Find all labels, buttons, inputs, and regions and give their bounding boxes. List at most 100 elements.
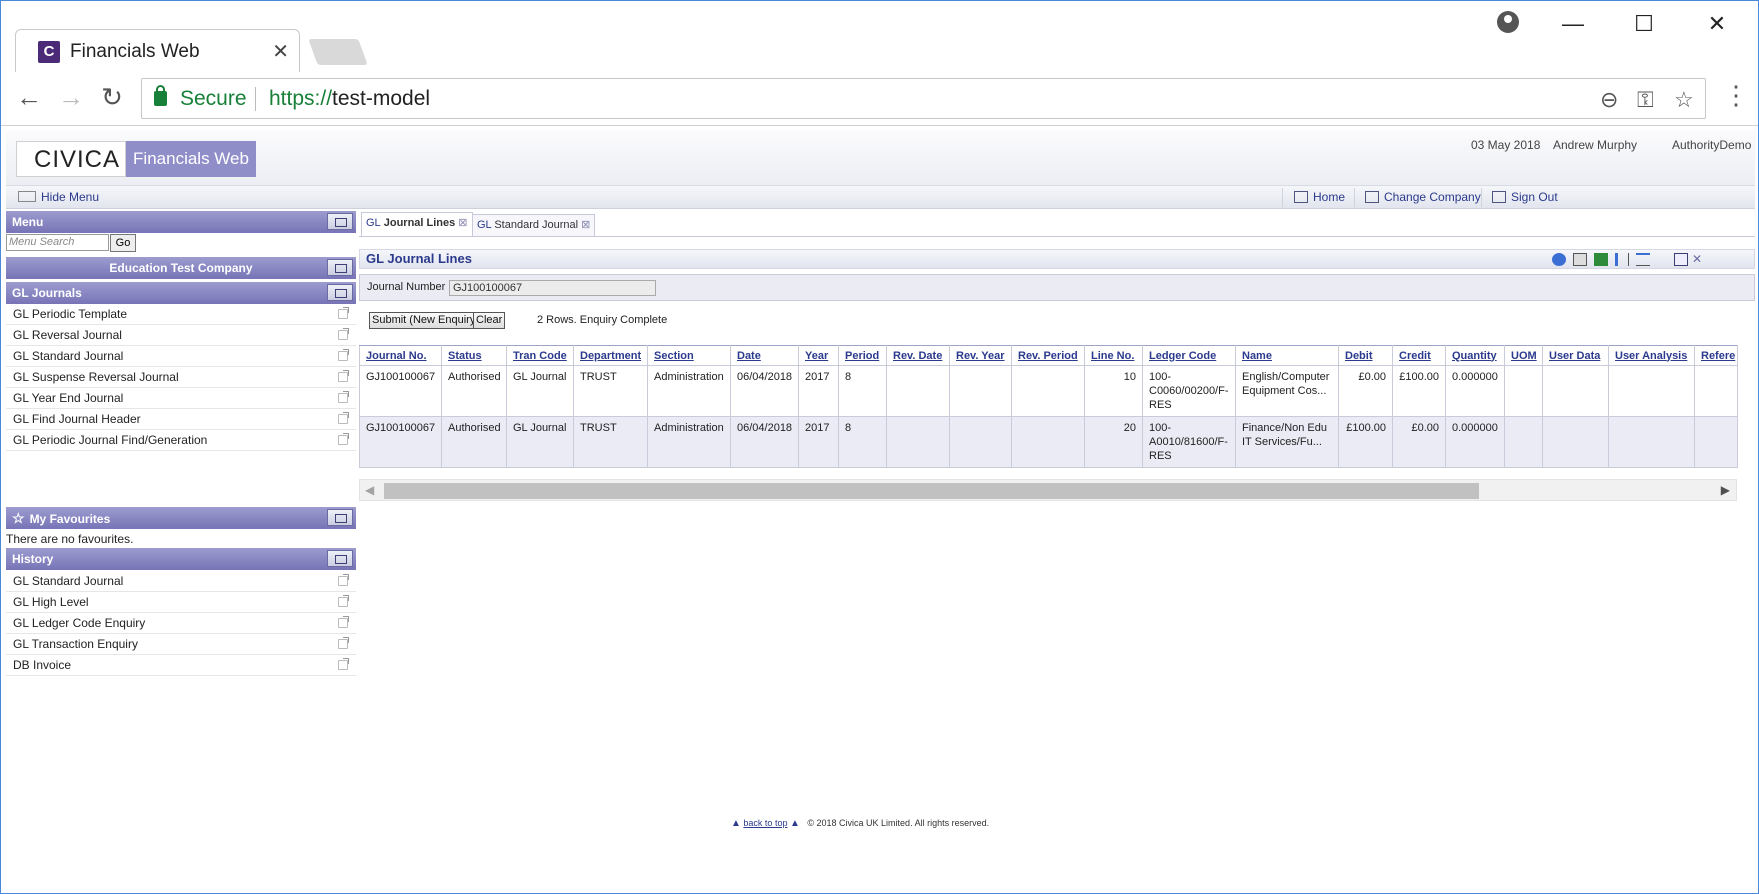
forward-icon[interactable]: → xyxy=(56,82,86,113)
cell xyxy=(1608,416,1695,468)
tab-standard-journal[interactable]: GL Standard Journal ⊠ xyxy=(472,214,596,236)
column-header[interactable]: Period xyxy=(838,345,887,366)
column-header[interactable]: Line No. xyxy=(1084,345,1143,366)
zoom-icon[interactable]: ⊖ xyxy=(1600,87,1618,113)
open-window-icon[interactable] xyxy=(338,637,349,649)
tab-close-icon[interactable]: ⊠ xyxy=(458,217,467,229)
close-window-icon[interactable]: ✕ xyxy=(1702,11,1732,37)
history-item-label: DB Invoice xyxy=(13,658,72,672)
clear-button[interactable]: Clear xyxy=(473,312,506,329)
column-header[interactable]: Journal No. xyxy=(359,345,442,366)
history-item[interactable]: GL Ledger Code Enquiry xyxy=(6,613,356,634)
print-icon[interactable] xyxy=(1573,253,1587,266)
cell xyxy=(949,365,1012,417)
column-header[interactable]: Rev. Date xyxy=(886,345,950,366)
open-window-icon[interactable] xyxy=(338,433,349,445)
tab-close-icon[interactable]: ⊠ xyxy=(581,219,590,231)
browser-menu-icon[interactable]: ⋮ xyxy=(1723,80,1749,111)
back-icon[interactable]: ← xyxy=(14,82,44,113)
column-header[interactable]: UOM xyxy=(1504,345,1543,366)
column-header[interactable]: Date xyxy=(730,345,799,366)
maximize-icon[interactable]: ☐ xyxy=(1629,11,1659,37)
scroll-right-icon[interactable]: ▶ xyxy=(1721,483,1730,497)
go-button[interactable]: Go xyxy=(110,234,136,252)
column-header[interactable]: Status xyxy=(441,345,507,366)
cell: £0.00 xyxy=(1392,416,1446,468)
scroll-left-icon[interactable]: ◀ xyxy=(365,483,374,497)
bookmark-star-icon[interactable]: ☆ xyxy=(1674,87,1694,113)
new-tab-button[interactable] xyxy=(308,39,368,65)
open-window-icon[interactable] xyxy=(338,412,349,424)
sign-out-link[interactable]: Sign Out xyxy=(1492,190,1558,204)
open-window-icon[interactable] xyxy=(338,391,349,403)
horizontal-scrollbar[interactable]: ◀ ▶ xyxy=(359,479,1737,501)
menu-search-input[interactable]: Menu Search xyxy=(6,234,109,251)
open-window-icon[interactable] xyxy=(338,349,349,361)
menu-item[interactable]: GL Periodic Template xyxy=(6,304,356,325)
maximize-panel-icon[interactable] xyxy=(1674,253,1688,266)
columns-icon[interactable] xyxy=(1615,253,1629,266)
menu-item[interactable]: GL Periodic Journal Find/Generation xyxy=(6,430,356,451)
column-header[interactable]: Ledger Code xyxy=(1142,345,1236,366)
menu-item[interactable]: GL Reversal Journal xyxy=(6,325,356,346)
minimize-icon[interactable]: — xyxy=(1558,11,1588,37)
panel-toggle-icon[interactable] xyxy=(327,259,353,276)
excel-icon[interactable] xyxy=(1594,253,1608,266)
table-row[interactable]: GJ100100067 Authorised GL Journal TRUST … xyxy=(359,416,1738,468)
history-item[interactable]: DB Invoice xyxy=(6,655,356,676)
column-header[interactable]: Section xyxy=(647,345,731,366)
open-window-icon[interactable] xyxy=(338,658,349,670)
panel-toggle-icon[interactable] xyxy=(327,509,353,526)
column-header[interactable]: Credit xyxy=(1392,345,1446,366)
table-header-row: Journal No. Status Tran Code Department … xyxy=(359,345,1738,366)
reload-icon[interactable]: ↻ xyxy=(97,82,127,113)
column-header[interactable]: User Analysis xyxy=(1608,345,1695,366)
browser-tab[interactable]: C Financials Web ✕ xyxy=(15,29,300,73)
column-header[interactable]: Rev. Period xyxy=(1011,345,1085,366)
column-header[interactable]: Refere xyxy=(1694,345,1738,366)
change-company-link[interactable]: Change Company xyxy=(1365,190,1481,204)
menu-item[interactable]: GL Suspense Reversal Journal xyxy=(6,367,356,388)
url-text[interactable]: https://test-model xyxy=(269,87,430,111)
close-panel-icon[interactable]: ✕ xyxy=(1692,253,1706,266)
open-window-icon[interactable] xyxy=(338,574,349,586)
panel-toggle-icon[interactable] xyxy=(327,213,353,230)
column-header[interactable]: Quantity xyxy=(1445,345,1505,366)
address-bar[interactable]: Secure https://test-model ⊖ ⚿ ☆ xyxy=(141,78,1706,119)
history-item[interactable]: GL High Level xyxy=(6,592,356,613)
tab-journal-lines[interactable]: GL Journal Lines ⊠ xyxy=(361,212,473,236)
history-item[interactable]: GL Standard Journal xyxy=(6,571,356,592)
profile-icon[interactable] xyxy=(1497,11,1519,33)
column-header[interactable]: User Data xyxy=(1542,345,1609,366)
menu-item[interactable]: GL Standard Journal xyxy=(6,346,356,367)
tab-close-icon[interactable]: ✕ xyxy=(272,39,289,64)
back-to-top-link[interactable]: back to top xyxy=(743,818,787,828)
column-header[interactable]: Debit xyxy=(1338,345,1393,366)
gl-journals-header[interactable]: GL Journals xyxy=(6,282,356,304)
help-icon[interactable] xyxy=(1552,253,1566,266)
panel-up-icon[interactable] xyxy=(327,284,353,301)
journal-number-field[interactable]: GJ100100067 xyxy=(449,280,656,296)
history-item[interactable]: GL Transaction Enquiry xyxy=(6,634,356,655)
submit-new-enquiry-button[interactable]: Submit (New Enquiry) xyxy=(369,312,482,329)
column-header[interactable]: Department xyxy=(573,345,648,366)
menu-item[interactable]: GL Year End Journal xyxy=(6,388,356,409)
app-subbar: Hide Menu Home Change Company Sign Out xyxy=(6,186,1755,209)
column-header[interactable]: Tran Code xyxy=(506,345,574,366)
open-window-icon[interactable] xyxy=(338,616,349,628)
open-window-icon[interactable] xyxy=(338,307,349,319)
open-window-icon[interactable] xyxy=(338,595,349,607)
filter-icon[interactable] xyxy=(1636,253,1650,266)
column-header[interactable]: Name xyxy=(1235,345,1339,366)
open-window-icon[interactable] xyxy=(338,328,349,340)
scrollbar-thumb[interactable] xyxy=(384,483,1479,499)
table-row[interactable]: GJ100100067 Authorised GL Journal TRUST … xyxy=(359,365,1738,417)
home-link[interactable]: Home xyxy=(1294,190,1345,204)
key-icon[interactable]: ⚿ xyxy=(1637,87,1654,113)
column-header[interactable]: Rev. Year xyxy=(949,345,1012,366)
open-window-icon[interactable] xyxy=(338,370,349,382)
hide-menu-link[interactable]: Hide Menu xyxy=(18,190,99,204)
column-header[interactable]: Year xyxy=(798,345,839,366)
menu-item[interactable]: GL Find Journal Header xyxy=(6,409,356,430)
panel-toggle-icon[interactable] xyxy=(327,550,353,567)
